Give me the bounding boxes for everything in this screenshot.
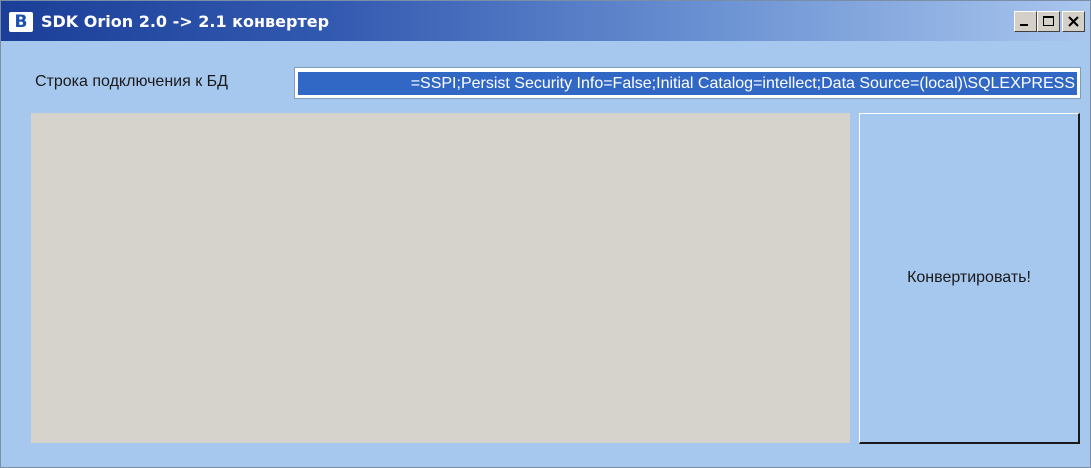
close-icon (1068, 16, 1079, 27)
app-logo-icon: B (9, 12, 33, 32)
window-title: SDK Orion 2.0 -> 2.1 конвертер (41, 12, 330, 31)
app-window: B SDK Orion 2.0 -> 2.1 конвертер Строка … (0, 0, 1091, 468)
connection-string-value: =SSPI;Persist Security Info=False;Initia… (410, 75, 1075, 92)
maximize-icon (1043, 16, 1054, 26)
maximize-button[interactable] (1037, 11, 1060, 32)
minimize-icon (1020, 24, 1028, 26)
app-logo-letter: B (14, 12, 28, 32)
convert-button[interactable]: Конвертировать! (859, 113, 1080, 444)
title-bar[interactable]: B SDK Orion 2.0 -> 2.1 конвертер (1, 1, 1090, 41)
close-button[interactable] (1062, 11, 1085, 32)
connection-string-label: Строка подключения к БД (35, 73, 228, 90)
convert-button-label: Конвертировать! (907, 269, 1031, 286)
connection-string-input[interactable]: =SSPI;Persist Security Info=False;Initia… (294, 67, 1081, 99)
minimize-button[interactable] (1014, 11, 1037, 32)
selected-text-highlight: =SSPI;Persist Security Info=False;Initia… (298, 72, 1077, 95)
log-panel (31, 113, 850, 443)
